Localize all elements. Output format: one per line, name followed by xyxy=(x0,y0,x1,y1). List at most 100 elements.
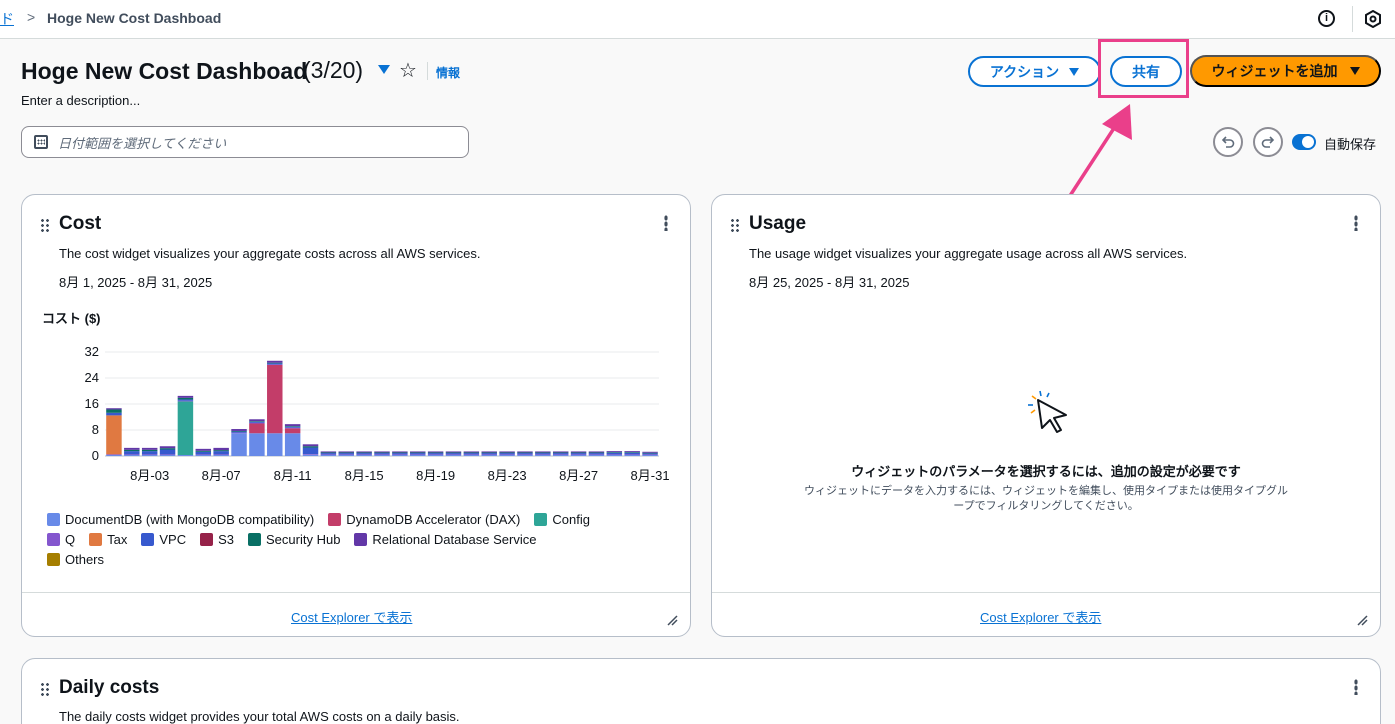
bar-segment[interactable] xyxy=(302,446,319,448)
bar-segment[interactable] xyxy=(177,397,194,400)
bar-segment[interactable] xyxy=(177,401,194,456)
bar-segment[interactable] xyxy=(284,428,301,434)
resize-handle-icon[interactable] xyxy=(1357,615,1368,626)
bar-segment[interactable] xyxy=(517,452,533,454)
bar-segment[interactable] xyxy=(445,453,462,455)
bar-segment[interactable] xyxy=(338,451,354,453)
legend-item[interactable]: Security Hub xyxy=(248,532,340,547)
bar-segment[interactable] xyxy=(624,452,640,453)
bar-segment[interactable] xyxy=(356,451,372,453)
bar-segment[interactable] xyxy=(410,452,426,454)
bar-segment[interactable] xyxy=(159,448,176,450)
more-options-icon[interactable] xyxy=(664,215,668,231)
bar-segment[interactable] xyxy=(284,426,301,428)
bar-segment[interactable] xyxy=(374,452,390,454)
bar-segment[interactable] xyxy=(124,447,140,450)
bar-segment[interactable] xyxy=(445,454,462,456)
bar-segment[interactable] xyxy=(481,454,497,456)
bar-segment[interactable] xyxy=(499,451,515,453)
bar-segment[interactable] xyxy=(570,452,587,454)
bar-segment[interactable] xyxy=(427,452,444,454)
date-range-picker[interactable] xyxy=(21,126,469,158)
bar-segment[interactable] xyxy=(267,362,283,364)
bar-segment[interactable] xyxy=(106,415,122,455)
bar-segment[interactable] xyxy=(356,453,372,455)
bar-segment[interactable] xyxy=(642,455,658,456)
bar-segment[interactable] xyxy=(159,446,176,449)
bar-segment[interactable] xyxy=(320,453,337,455)
bar-segment[interactable] xyxy=(213,454,229,456)
bar-segment[interactable] xyxy=(392,451,408,453)
bar-segment[interactable] xyxy=(463,454,480,456)
bar-segment[interactable] xyxy=(356,454,372,456)
bar-segment[interactable] xyxy=(517,453,533,455)
bar-segment[interactable] xyxy=(606,455,623,456)
bar-segment[interactable] xyxy=(231,431,247,433)
bar-segment[interactable] xyxy=(249,421,265,423)
bar-segment[interactable] xyxy=(195,451,212,455)
bar-segment[interactable] xyxy=(195,448,212,451)
bar-segment[interactable] xyxy=(284,424,301,427)
bar-segment[interactable] xyxy=(302,447,319,455)
bar-segment[interactable] xyxy=(374,455,390,456)
legend-item[interactable]: Relational Database Service xyxy=(354,532,536,547)
bar-segment[interactable] xyxy=(606,452,623,455)
legend-item[interactable]: S3 xyxy=(200,532,234,547)
page-description[interactable]: Enter a description... xyxy=(21,93,140,108)
bar-segment[interactable] xyxy=(517,454,533,456)
bar-segment[interactable] xyxy=(249,421,265,422)
legend-item[interactable]: VPC xyxy=(141,532,186,547)
bar-segment[interactable] xyxy=(195,455,212,456)
bar-segment[interactable] xyxy=(392,452,408,454)
bar-segment[interactable] xyxy=(392,453,408,455)
bar-segment[interactable] xyxy=(535,455,551,456)
bar-segment[interactable] xyxy=(427,455,444,456)
bar-segment[interactable] xyxy=(338,453,354,455)
bar-segment[interactable] xyxy=(642,453,658,455)
bar-segment[interactable] xyxy=(141,449,158,452)
bar-segment[interactable] xyxy=(338,452,354,454)
bar-segment[interactable] xyxy=(177,395,194,398)
bar-segment[interactable] xyxy=(320,452,337,454)
bar-segment[interactable] xyxy=(624,451,640,453)
bar-segment[interactable] xyxy=(106,454,122,456)
bar-segment[interactable] xyxy=(231,430,247,432)
bar-segment[interactable] xyxy=(320,451,337,453)
bar-segment[interactable] xyxy=(177,399,194,401)
bar-segment[interactable] xyxy=(302,454,319,456)
drag-handle-icon[interactable] xyxy=(40,218,49,232)
bar-segment[interactable] xyxy=(588,455,605,456)
legend-item[interactable]: Q xyxy=(47,532,75,547)
bar-segment[interactable] xyxy=(374,451,390,453)
bar-segment[interactable] xyxy=(302,454,319,455)
settings-hex-icon[interactable] xyxy=(1364,10,1382,28)
bar-segment[interactable] xyxy=(106,409,122,413)
date-range-input[interactable] xyxy=(58,133,458,153)
bar-segment[interactable] xyxy=(499,452,515,454)
breadcrumb-parent-link[interactable]: ド xyxy=(0,9,14,29)
bar-segment[interactable] xyxy=(141,451,158,455)
bar-segment[interactable] xyxy=(445,455,462,456)
bar-segment[interactable] xyxy=(141,447,158,450)
bar-segment[interactable] xyxy=(445,451,462,453)
bar-segment[interactable] xyxy=(284,426,301,427)
bar-segment[interactable] xyxy=(588,452,605,454)
bar-segment[interactable] xyxy=(106,455,122,456)
bar-segment[interactable] xyxy=(481,452,497,454)
bar-segment[interactable] xyxy=(517,455,533,456)
bar-segment[interactable] xyxy=(284,433,301,456)
autosave-toggle[interactable] xyxy=(1292,134,1316,150)
more-options-icon[interactable] xyxy=(1354,679,1358,695)
bar-segment[interactable] xyxy=(427,454,444,456)
bar-segment[interactable] xyxy=(552,453,569,455)
bar-segment[interactable] xyxy=(463,455,480,456)
bar-segment[interactable] xyxy=(624,455,640,456)
bar-segment[interactable] xyxy=(463,453,480,455)
bar-segment[interactable] xyxy=(499,454,515,456)
bar-segment[interactable] xyxy=(231,429,247,431)
bar-segment[interactable] xyxy=(267,365,283,434)
bar-segment[interactable] xyxy=(588,453,605,455)
bar-segment[interactable] xyxy=(392,455,408,456)
bar-segment[interactable] xyxy=(249,419,265,422)
bar-segment[interactable] xyxy=(588,451,605,453)
